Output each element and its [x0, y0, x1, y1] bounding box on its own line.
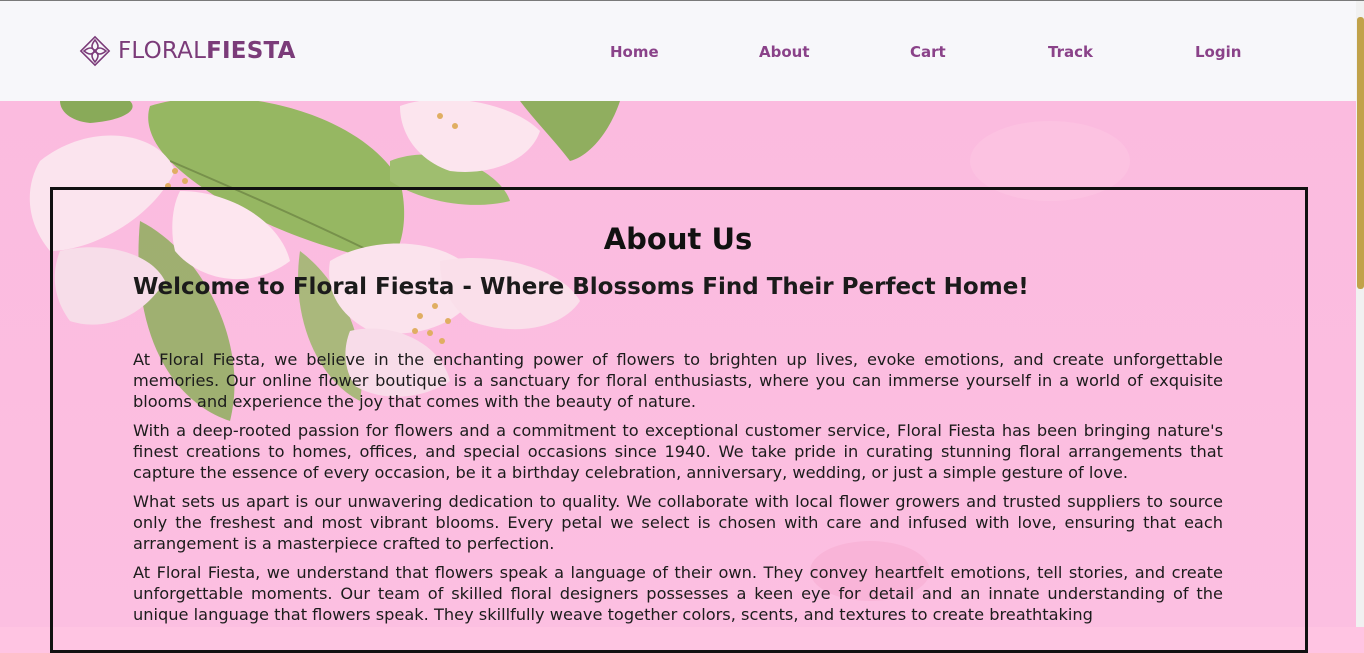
about-paragraphs: At Floral Fiesta, we believe in the ench… [133, 349, 1223, 633]
navbar: FLORALFIESTA Home About Cart Track Login [0, 1, 1356, 101]
nav-cart-link[interactable]: Cart [910, 43, 946, 61]
about-paragraph: What sets us apart is our unwavering ded… [133, 492, 1223, 553]
nav-about-link[interactable]: About [759, 43, 810, 61]
nav-login-link[interactable]: Login [1195, 43, 1241, 61]
page-scrollbar[interactable] [1356, 1, 1364, 627]
about-paragraph: At Floral Fiesta, we believe in the ench… [133, 350, 1223, 411]
scrollbar-thumb[interactable] [1357, 17, 1364, 289]
brand-name-part1: FLORAL [118, 38, 207, 64]
brand-logo[interactable]: FLORALFIESTA [78, 33, 296, 69]
nav-track-link[interactable]: Track [1048, 43, 1093, 61]
flower-logo-icon [79, 35, 111, 67]
brand-name-part2: FIESTA [206, 38, 296, 64]
brand-name: FLORALFIESTA [118, 38, 296, 64]
about-paragraph: At Floral Fiesta, we understand that flo… [133, 563, 1223, 624]
about-title: About Us [603, 222, 753, 256]
about-paragraph: With a deep-rooted passion for flowers a… [133, 421, 1223, 482]
nav-home-link[interactable]: Home [610, 43, 659, 61]
welcome-heading: Welcome to Floral Fiesta - Where Blossom… [133, 274, 1029, 300]
